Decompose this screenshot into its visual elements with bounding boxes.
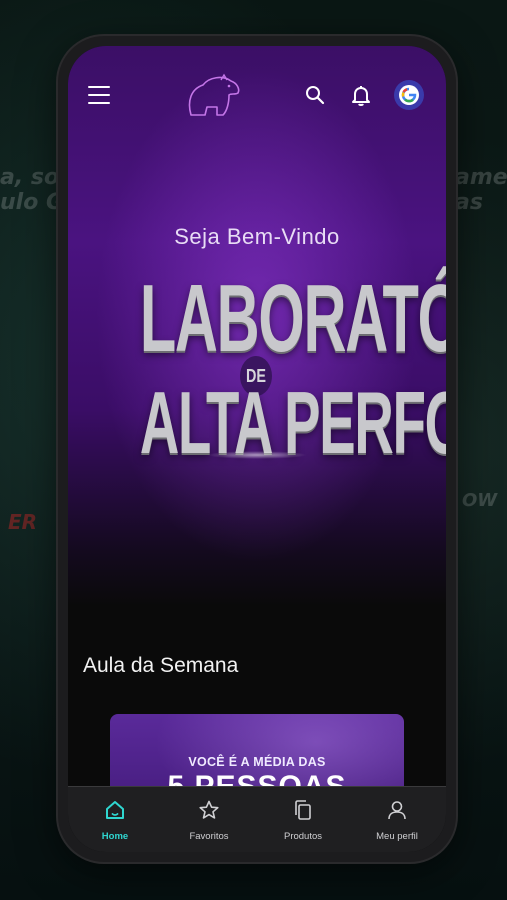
user-icon <box>388 801 406 820</box>
nav-item-produtos[interactable]: Produtos <box>256 787 350 852</box>
weekly-lesson-heading: Aula da Semana <box>83 654 239 677</box>
background-faint-text: OW <box>462 490 498 511</box>
search-icon[interactable] <box>304 84 326 106</box>
top-bar <box>68 46 446 136</box>
home-icon <box>106 801 124 819</box>
nav-label-meu-perfil: Meu perfil <box>376 831 418 842</box>
nav-label-favoritos: Favoritos <box>189 831 229 842</box>
lesson-card-subtitle: VOCÊ É A MÉDIA DAS <box>188 755 326 769</box>
hamburger-menu-icon[interactable] <box>88 86 110 104</box>
google-avatar-icon[interactable] <box>394 80 424 110</box>
app-screen: Seja Bem-Vindo LABORATÓRIO DE ALTA PERFO… <box>68 46 446 852</box>
hero-title-line1: LABORATÓRIO <box>139 265 446 372</box>
nav-label-home: Home <box>101 831 129 842</box>
nav-item-favoritos[interactable]: Favoritos <box>162 787 256 852</box>
hero-title: LABORATÓRIO DE ALTA PERFORMANCE <box>68 271 446 481</box>
nav-item-home[interactable]: Home <box>68 787 162 852</box>
nav-item-meu-perfil[interactable]: Meu perfil <box>350 787 444 852</box>
nav-label-produtos: Produtos <box>283 831 323 842</box>
background-text-right: ame as <box>455 165 507 215</box>
star-icon <box>199 800 219 819</box>
bell-icon[interactable] <box>349 83 373 107</box>
background-red-text: ER <box>8 510 38 534</box>
copy-icon <box>295 800 311 820</box>
hero-glow <box>207 451 307 459</box>
capybara-logo-icon[interactable] <box>183 71 243 119</box>
phone-frame: Seja Bem-Vindo LABORATÓRIO DE ALTA PERFO… <box>58 36 456 862</box>
hero-banner: Seja Bem-Vindo LABORATÓRIO DE ALTA PERFO… <box>68 46 446 606</box>
bottom-navigation: Home Favoritos Produtos Meu perfil <box>68 786 446 852</box>
welcome-text: Seja Bem-Vindo <box>174 224 340 249</box>
